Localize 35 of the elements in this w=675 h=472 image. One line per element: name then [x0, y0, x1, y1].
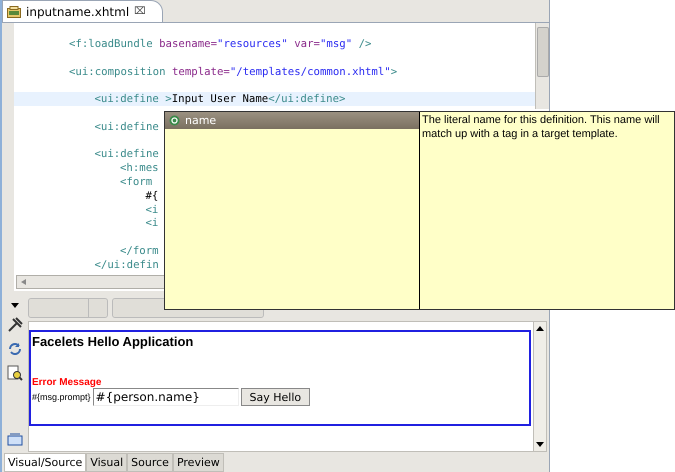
code-line: <f:loadBundle basename="resources" var="msg" /> — [68, 37, 372, 51]
code-line: <form — [119, 174, 152, 189]
preview-scrollbar[interactable] — [533, 322, 546, 451]
code-line: </form — [119, 244, 159, 258]
close-icon[interactable]: ⌧ — [134, 6, 146, 17]
tools-icon[interactable] — [7, 317, 23, 333]
say-hello-button[interactable]: Say Hello — [240, 388, 310, 406]
code-line: <i — [144, 202, 158, 216]
prompt-label: #{msg.prompt} — [32, 392, 91, 402]
file-icon — [7, 6, 21, 18]
scroll-left-icon[interactable] — [21, 279, 26, 285]
code-line: <h:mes — [119, 161, 159, 175]
proposal-description: The literal name for this definition. This name will match up with a tag in a target template. — [421, 113, 661, 142]
code-line: #{ — [144, 188, 158, 203]
editor-tab[interactable]: inputname.xhtml ⌧ — [2, 0, 163, 22]
vertical-scrollbar[interactable] — [535, 23, 549, 109]
code-line: </ui:defin — [94, 258, 159, 272]
scroll-down-icon[interactable] — [536, 442, 544, 448]
mode-tab[interactable]: Source — [127, 453, 173, 472]
mode-tab[interactable]: Preview — [172, 453, 224, 472]
page-heading: Facelets Hello Application — [32, 334, 194, 349]
error-message: Error Message — [32, 377, 102, 388]
page-search-icon[interactable] — [7, 365, 23, 381]
code-line: <ui:composition template="/templates/common.xhtml"> — [68, 64, 398, 78]
name-input[interactable]: #{person.name} — [92, 388, 239, 406]
refresh-icon[interactable] — [7, 341, 23, 357]
scroll-up-icon[interactable] — [536, 325, 544, 331]
attribute-icon — [169, 115, 180, 126]
dropdown-arrow-icon[interactable] — [10, 303, 20, 309]
mode-tab[interactable]: Visual/Source — [4, 453, 86, 472]
code-line: <ui:define — [94, 147, 159, 162]
mode-tab[interactable]: Visual — [86, 453, 128, 472]
code-line: <ui:define — [94, 120, 159, 134]
code-line: <i — [144, 216, 158, 230]
proposal-item[interactable]: name — [165, 112, 419, 129]
